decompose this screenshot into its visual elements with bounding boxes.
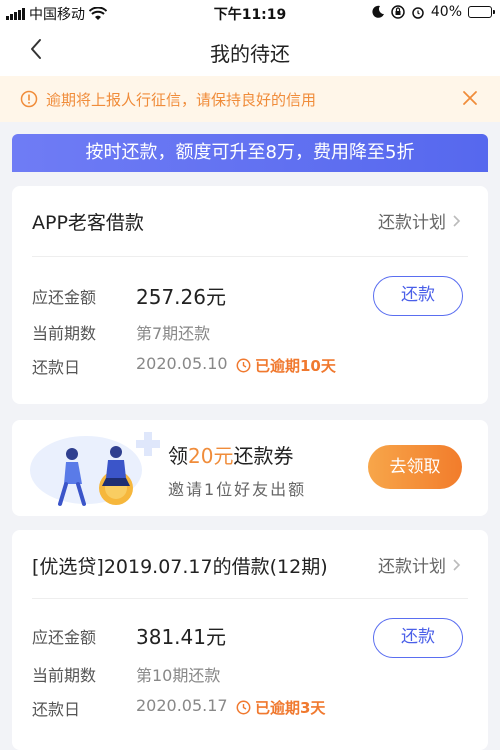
coupon-title-prefix: 领 [168,444,188,468]
coupon-title-suffix: 还款券 [233,444,294,468]
due-date-label: 还款日 [32,700,81,719]
promo-banner: 按时还款，额度可升至8万，费用降至5折 [12,134,488,172]
period-label: 当前期数 [32,666,97,685]
coupon-amount: 20元 [188,444,234,468]
overdue-text: 已逾期10天 [255,357,336,375]
nav-bar: 我的待还 [0,26,500,76]
period-label: 当前期数 [32,324,97,343]
due-date-label: 还款日 [32,358,81,377]
loan-title: APP老客借款 [32,212,144,234]
loan-title: [优选贷]2019.07.17的借款(12期) [32,556,328,578]
amount-label: 应还金额 [32,628,97,647]
repay-button[interactable]: 还款 [373,618,463,658]
clock-icon [236,700,251,715]
invite-friends-illustration [30,432,160,506]
repayment-plan-label: 还款计划 [378,557,446,577]
notice-text: 逾期将上报人行征信，请保持良好的信用 [46,91,317,109]
coupon-title: 领20元还款券 [168,440,293,469]
chevron-right-icon [453,558,461,571]
warning-icon [20,90,38,108]
overdue-status: 已逾期3天 [236,697,325,718]
coupon-card: 领20元还款券 邀请1位好友出额 去领取 [12,420,488,516]
amount-label: 应还金额 [32,288,97,307]
amount-due: 381.41元 [136,625,226,649]
battery-icon [468,6,495,18]
page-title: 我的待还 [210,42,290,66]
current-period: 第10期还款 [136,666,221,685]
credit-notice-banner: 逾期将上报人行征信，请保持良好的信用 [0,76,500,122]
divider [32,598,468,599]
due-date: 2020.05.10 [136,354,228,373]
chevron-right-icon [453,214,461,227]
repayment-plan-link[interactable]: 还款计划 [378,208,462,233]
repayment-plan-label: 还款计划 [378,213,446,233]
loan-card: APP老客借款 还款计划 应还金额 257.26元 当前期数 第7期还款 还款日… [12,186,488,404]
claim-coupon-button[interactable]: 去领取 [368,445,462,489]
repayment-plan-link[interactable]: 还款计划 [378,552,462,577]
clock-icon [236,358,251,373]
overdue-text: 已逾期3天 [255,699,326,717]
divider [32,256,468,257]
battery-percent: 40% [430,4,462,20]
loan-card: [优选贷]2019.07.17的借款(12期) 还款计划 应还金额 381.41… [12,530,488,750]
status-bar: 中国移动 下午11:19 40% [0,0,500,26]
close-icon[interactable] [462,90,478,106]
current-period: 第7期还款 [136,324,211,343]
moon-icon [372,5,384,18]
repay-button[interactable]: 还款 [373,276,463,316]
coupon-subtitle: 邀请1位好友出额 [168,480,307,499]
amount-due: 257.26元 [136,285,226,309]
lock-rotation-icon [391,5,405,19]
due-date: 2020.05.17 [136,696,228,715]
overdue-status: 已逾期10天 [236,355,336,376]
alarm-icon [412,7,424,19]
